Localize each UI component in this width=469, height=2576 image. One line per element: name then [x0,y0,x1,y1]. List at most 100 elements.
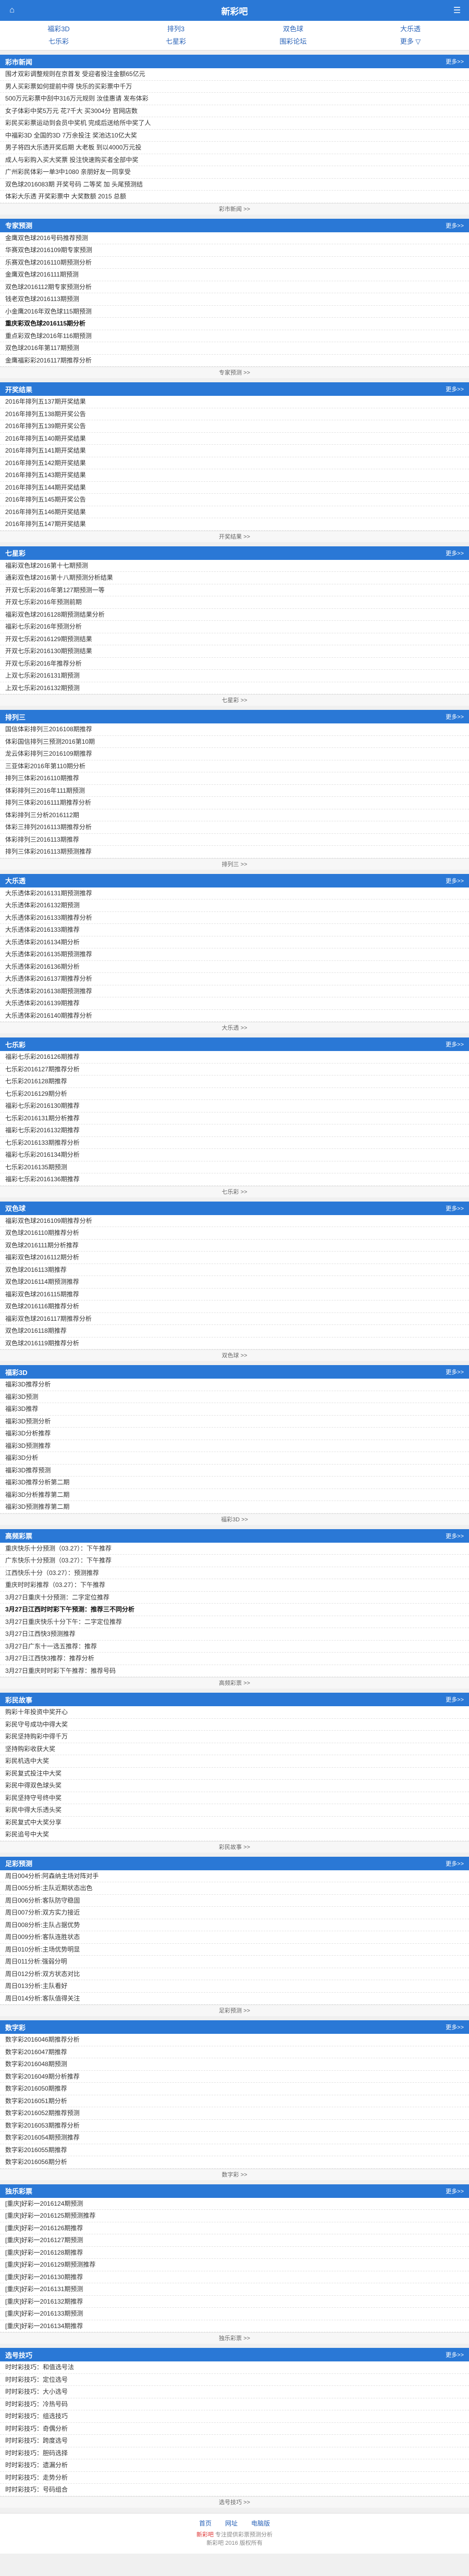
list-item[interactable]: 双色球2016118期推荐 [0,1325,469,1337]
section-footer-link[interactable]: 七乐彩 >> [0,1185,469,1197]
list-item[interactable]: 2016年排列五137期开奖结果 [0,396,469,408]
list-item[interactable]: 数字彩2016051期分析 [0,2095,469,2107]
list-item[interactable]: 三亚体彩2016年第110期分析 [0,760,469,772]
list-item[interactable]: 时时彩技巧：跨度选号 [0,2435,469,2447]
more-link[interactable]: 更多>> [446,221,464,230]
list-item[interactable]: 时时彩技巧：奇偶分析 [0,2423,469,2435]
nav-item[interactable]: 双色球 [234,23,352,35]
list-item[interactable]: 福彩3D分析 [0,1452,469,1465]
more-link[interactable]: 更多>> [446,2350,464,2359]
more-link[interactable]: 更多>> [446,1040,464,1048]
more-link[interactable]: 更多>> [446,712,464,721]
section-footer-link[interactable]: 彩民故事 >> [0,1841,469,1853]
list-item[interactable]: 福彩3D推荐预测 [0,1465,469,1477]
list-item[interactable]: 双色球2016114期预测推荐 [0,1276,469,1289]
footer-link[interactable]: 首页 [199,2519,212,2528]
list-item[interactable]: 2016年排列五142期开奖结果 [0,457,469,469]
section-footer-link[interactable]: 双色球 >> [0,1349,469,1361]
list-item[interactable]: 数字彩2016053期推荐分析 [0,2120,469,2132]
list-item[interactable]: 排列三体彩2016113期预测推荐 [0,846,469,858]
list-item[interactable]: 福彩3D推荐分析第二期 [0,1477,469,1489]
list-item[interactable]: 双色球2016110期推荐分析 [0,1227,469,1240]
list-item[interactable]: 大乐透体彩2016133期推荐 [0,924,469,936]
more-link[interactable]: 更多>> [446,1695,464,1704]
list-item[interactable]: 七乐彩2016128期推荐 [0,1076,469,1088]
list-item[interactable]: 排列三体彩2016111期推荐分析 [0,797,469,809]
list-item[interactable]: 2016年排列五141期开奖结果 [0,445,469,457]
list-item[interactable]: 500万元彩票中刮中316万元规则 汝佳惠请 发布体彩 [0,93,469,105]
list-item[interactable]: [重庆]好彩一2016125期预测推荐 [0,2210,469,2222]
list-item[interactable]: 彩民坚持守号终中奖 [0,1792,469,1804]
list-item[interactable]: 彩民中得双色球头奖 [0,1780,469,1792]
list-item[interactable]: 金鹰双色球2016111期预测 [0,269,469,281]
list-item[interactable]: 3月27日重庆时时彩下午推荐：推荐号码 [0,1665,469,1677]
list-item[interactable]: 3月27日江西快3推荐：推荐分析 [0,1653,469,1665]
list-item[interactable]: 周日004分析:阿森纳主场对阵对手 [0,1870,469,1882]
list-item[interactable]: 福彩3D预测 [0,1391,469,1403]
section-footer-link[interactable]: 数字彩 >> [0,2168,469,2180]
section-footer-link[interactable]: 独乐彩票 >> [0,2332,469,2344]
list-item[interactable]: 开双七乐彩2016年预测前期 [0,596,469,609]
list-item[interactable]: 龙云体彩排列三2016109期推荐 [0,748,469,760]
home-icon[interactable]: ⌂ [6,5,18,16]
list-item[interactable]: 3月27日江西快3预测推荐 [0,1628,469,1641]
list-item[interactable]: [重庆]好彩一2016129期预测推荐 [0,2259,469,2271]
list-item[interactable]: 男子将四大乐透开奖后期 大老板 到以4000万元投 [0,142,469,154]
section-footer-link[interactable]: 开奖结果 >> [0,530,469,542]
list-item[interactable]: 福彩3D预测分析 [0,1416,469,1428]
more-link[interactable]: 更多>> [446,385,464,393]
list-item[interactable]: 双色球2016112期专家预测分析 [0,281,469,293]
list-item[interactable]: 广东快乐十分预测（03.27）：下午推荐 [0,1555,469,1567]
section-footer-link[interactable]: 高频彩票 >> [0,1677,469,1689]
list-item[interactable]: 福彩3D预测推荐第二期 [0,1501,469,1514]
more-link[interactable]: 更多>> [446,2023,464,2031]
list-item[interactable]: 彩民坚持购彩中得千万 [0,1731,469,1743]
list-item[interactable]: 体彩国信排列三预测2016第10期 [0,736,469,748]
list-item[interactable]: 双色球2016083期 开奖号码 二等奖 加 头尾预测结 [0,179,469,191]
list-item[interactable]: 重点彩双色球2016年116期预测 [0,330,469,342]
footer-link[interactable]: 网址 [225,2519,238,2528]
list-item[interactable]: 广州彩民体彩一单3中1080 亲朋好友一同享受 [0,166,469,179]
more-link[interactable]: 更多>> [446,1532,464,1540]
list-item[interactable]: 时时彩技巧：冷热号码 [0,2398,469,2410]
list-item[interactable]: 通彩双色球2016第十八期预测分析结果 [0,572,469,584]
list-item[interactable]: 福彩双色球2016109期推荐分析 [0,1215,469,1227]
list-item[interactable]: 福彩七乐彩2016130期推荐 [0,1100,469,1112]
more-link[interactable]: 更多>> [446,2187,464,2195]
list-item[interactable]: 2016年排列五146期开奖结果 [0,506,469,518]
list-item[interactable]: 2016年排列五143期开奖结果 [0,469,469,482]
list-item[interactable]: 周日013分析:主队看好 [0,1980,469,1993]
list-item[interactable]: 周日012分析:双方状态对比 [0,1968,469,1980]
list-item[interactable]: 国信体彩排列三2016108期推荐 [0,723,469,736]
footer-link[interactable]: 电脑版 [251,2519,270,2528]
list-item[interactable]: 大乐透体彩2016136期分析 [0,961,469,973]
list-item[interactable]: 福彩七乐彩2016126期推荐 [0,1051,469,1064]
list-item[interactable]: 福彩双色球2016115期推荐 [0,1289,469,1300]
list-item[interactable]: 双色球2016119期推荐分析 [0,1337,469,1349]
list-item[interactable]: 数字彩2016048期预测 [0,2058,469,2071]
nav-item[interactable]: 七乐彩 [0,35,117,48]
list-item[interactable]: 周日009分析:客队连胜状态 [0,1931,469,1944]
nav-item[interactable]: 福彩3D [0,23,117,35]
list-item[interactable]: 开双七乐彩2016年第127期预测一等 [0,584,469,596]
list-item[interactable]: 福彩3D分析推荐第二期 [0,1489,469,1501]
list-item[interactable]: 双色球2016111期分析推荐 [0,1240,469,1252]
list-item[interactable]: 福彩双色球2016第十七期预测 [0,560,469,572]
list-item[interactable]: 七乐彩2016127期推荐分析 [0,1064,469,1076]
list-item[interactable]: 双色球2016年第117期预测 [0,342,469,355]
list-item[interactable]: 大乐透体彩2016138期预测推荐 [0,985,469,997]
list-item[interactable]: 周日010分析:主场优势明显 [0,1944,469,1956]
nav-item[interactable]: 更多 ▽ [352,35,469,48]
section-footer-link[interactable]: 彩市新闻 >> [0,203,469,215]
list-item[interactable]: 购彩十年投资中奖开心 [0,1706,469,1719]
list-item[interactable]: 时时彩技巧：定位选号 [0,2374,469,2386]
list-item[interactable]: 周日008分析:主队占据优势 [0,1919,469,1931]
nav-item[interactable]: 排列3 [117,23,234,35]
list-item[interactable]: 彩民买彩票运动到会员中奖机 完成后送给所中奖了人 [0,117,469,130]
list-item[interactable]: 福彩七乐彩2016年预测分析 [0,621,469,633]
menu-icon[interactable]: ☰ [451,5,463,16]
list-item[interactable]: 2016年排列五140期开奖结果 [0,433,469,445]
list-item[interactable]: 时时彩技巧：胆码选择 [0,2447,469,2459]
list-item[interactable]: [重庆]好彩一2016131期预测 [0,2283,469,2296]
list-item[interactable]: 大乐透体彩2016140期推荐分析 [0,1010,469,1022]
